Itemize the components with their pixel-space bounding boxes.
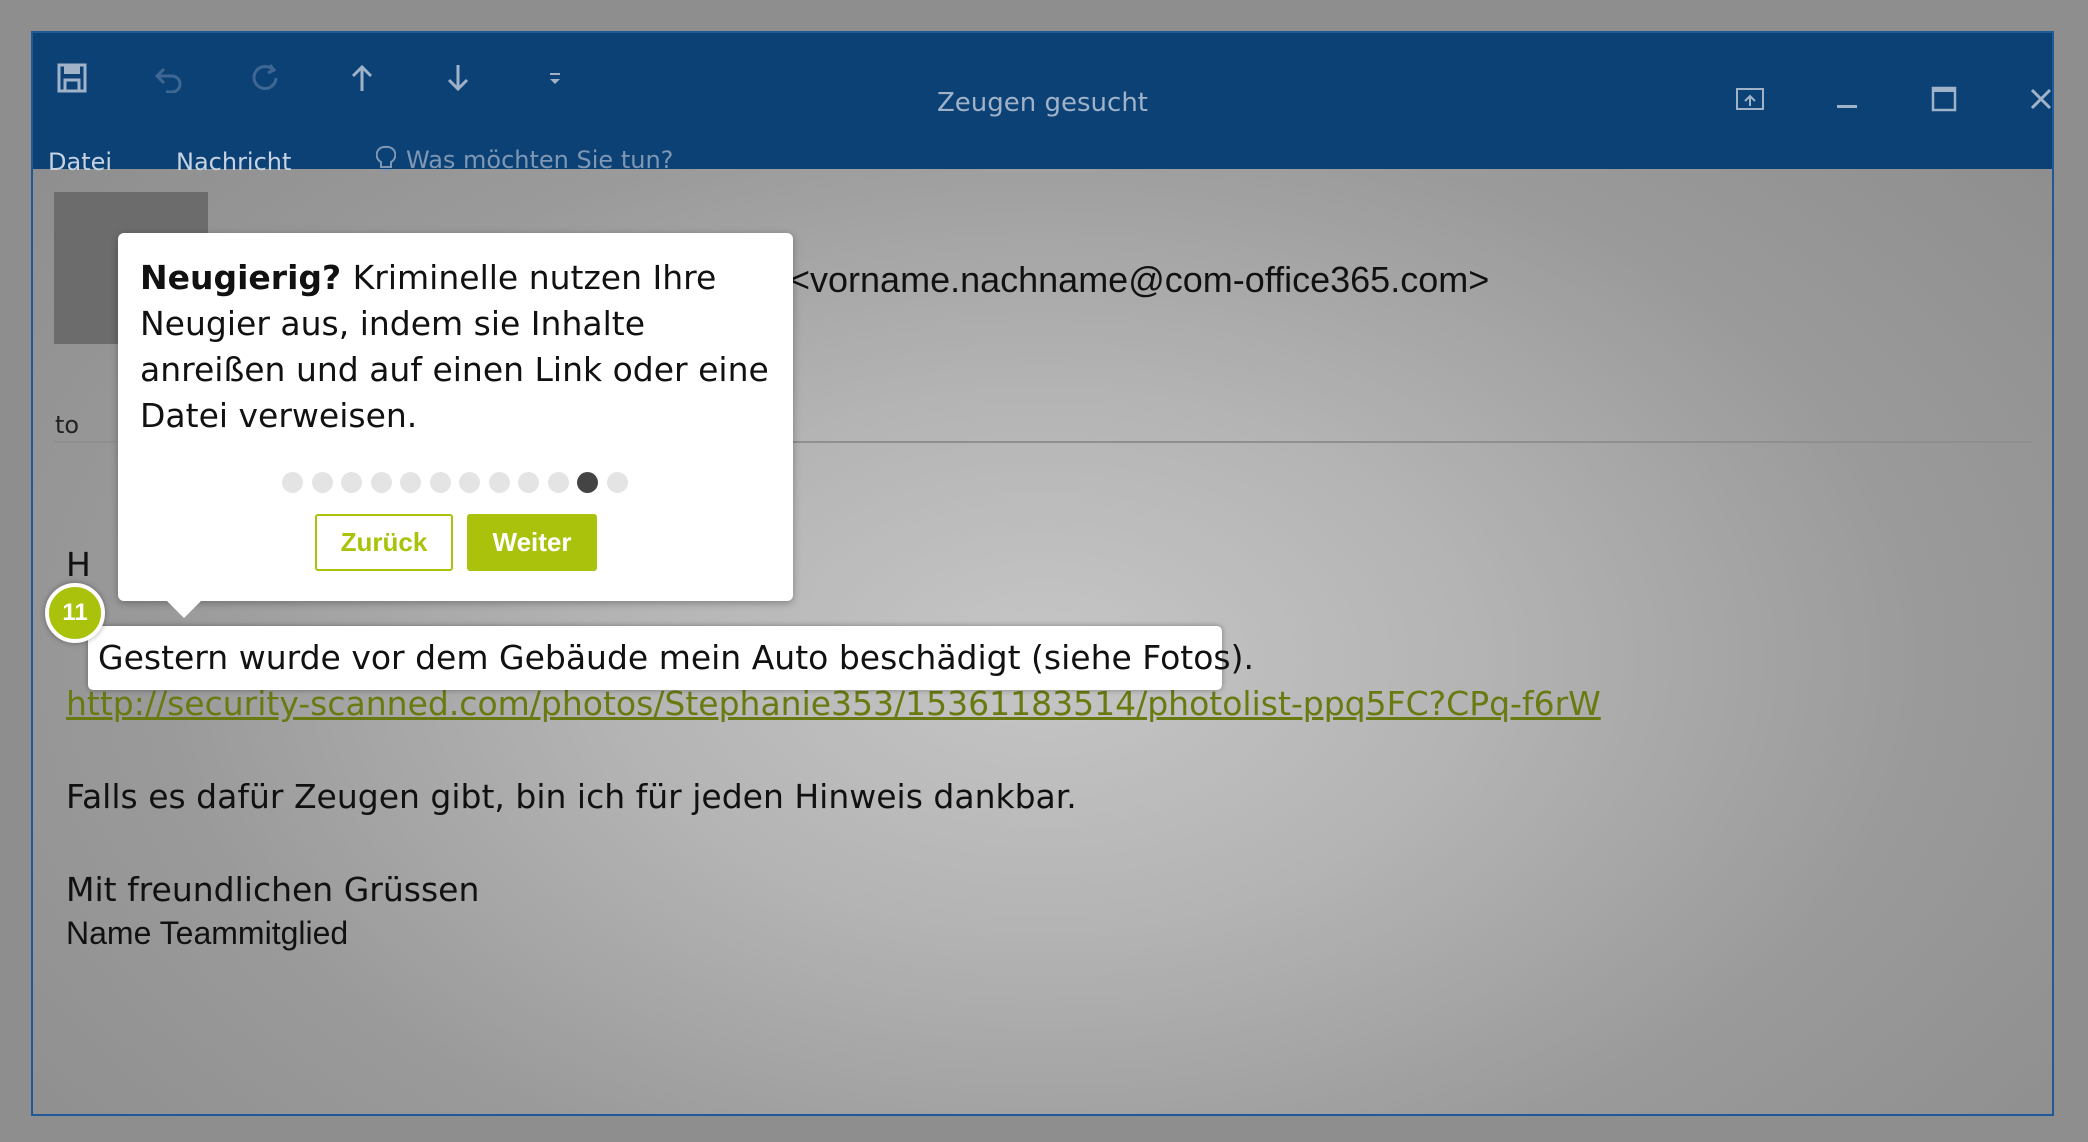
step-dot [429, 472, 451, 493]
signature: Name Teammitglied [66, 915, 349, 951]
step-dot-active [577, 472, 598, 493]
step-dot [282, 472, 303, 493]
step-indicator [282, 472, 628, 493]
step-dot [311, 472, 333, 493]
step-dot [518, 472, 539, 493]
phishing-link[interactable]: http://security-scanned.com/photos/Steph… [66, 684, 1601, 724]
training-tooltip: Neugierig? Kriminelle nutzen Ihre Neugie… [118, 233, 793, 618]
step-dot [400, 472, 421, 493]
to-label: to [55, 411, 80, 439]
close-icon[interactable] [2021, 77, 2052, 121]
next-button[interactable]: Weiter [467, 514, 597, 571]
step-dot [606, 472, 628, 493]
step-badge: 11 [45, 583, 105, 643]
maximize-icon[interactable] [1924, 77, 1964, 121]
menu-file[interactable]: Datei [48, 147, 112, 177]
highlighted-sentence: Gestern wurde vor dem Gebäude mein Auto … [88, 626, 1254, 690]
step-dot [370, 472, 392, 493]
greeting: H [66, 545, 91, 584]
tooltip-arrow [166, 600, 202, 618]
body-paragraph: Falls es dafür Zeugen gibt, bin ich für … [66, 777, 1077, 816]
step-dot [341, 472, 362, 493]
menu-message[interactable]: Nachricht [176, 147, 291, 177]
step-dot [488, 472, 510, 493]
sender-address: i <vorname.nachname@com-office365.com> [771, 259, 1490, 300]
closing-line: Mit freundlichen Grüssen [66, 870, 480, 909]
lightbulb-icon [376, 145, 396, 171]
email-window: Zeugen gesucht Datei Nachricht Was möcht… [31, 31, 2054, 1116]
step-dot [547, 472, 569, 493]
tell-me-search[interactable]: Was möchten Sie tun? [376, 145, 673, 175]
step-dot [459, 472, 480, 493]
minimize-icon[interactable] [1827, 77, 1867, 121]
back-button[interactable]: Zurück [315, 514, 453, 571]
title-bar: Zeugen gesucht Datei Nachricht Was möcht… [33, 33, 2052, 176]
tooltip-text: Neugierig? Kriminelle nutzen Ihre Neugie… [140, 255, 780, 439]
tell-me-label: Was möchten Sie tun? [406, 146, 674, 174]
tooltip-title: Neugierig? [140, 258, 353, 297]
ribbon-display-icon[interactable] [1730, 77, 1770, 121]
